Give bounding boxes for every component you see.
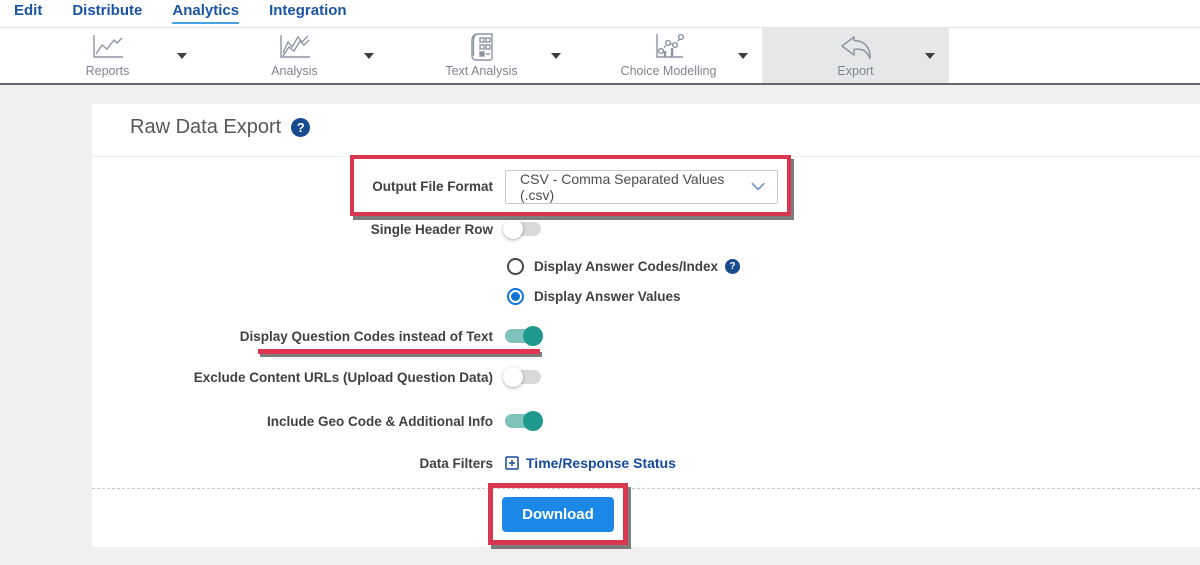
toolbar-item-choice-modelling[interactable]: Choice Modelling — [575, 28, 762, 83]
page-title-row: Raw Data Export ? — [130, 116, 311, 139]
toolbar-label: Analysis — [271, 64, 318, 78]
toolbar-label: Choice Modelling — [620, 64, 717, 78]
toolbar-label: Text Analysis — [445, 64, 518, 78]
chevron-down-icon — [751, 182, 765, 191]
toolbar-item-text-analysis[interactable]: Text Analysis — [388, 28, 575, 83]
help-icon[interactable]: ? — [291, 118, 311, 137]
data-filters-row: Data Filters Time/Response Status — [92, 452, 1200, 474]
exclude-urls-row: Exclude Content URLs (Upload Question Da… — [92, 366, 1200, 388]
text-analysis-document-icon — [469, 33, 495, 61]
data-filters-label: Data Filters — [419, 455, 493, 471]
answer-codes-radio-row[interactable]: Display Answer Codes/Index ? — [507, 256, 741, 276]
nav-item-analytics[interactable]: Analytics — [172, 2, 240, 24]
analysis-multi-line-chart-icon — [277, 33, 313, 61]
footer-dashed-divider — [92, 488, 1200, 489]
nav-item-integration[interactable]: Integration — [269, 2, 347, 24]
output-format-label: Output File Format — [372, 179, 493, 194]
chevron-down-icon[interactable] — [551, 53, 561, 59]
answer-values-radio-label: Display Answer Values — [534, 288, 681, 304]
nav-item-edit[interactable]: Edit — [14, 2, 42, 24]
single-header-label: Single Header Row — [370, 221, 493, 237]
exclude-urls-toggle[interactable] — [503, 367, 541, 387]
time-response-status-link[interactable]: Time/Response Status — [505, 455, 676, 471]
answer-values-radio[interactable] — [507, 287, 524, 305]
output-format-value: CSV - Comma Separated Values (.csv) — [520, 170, 725, 203]
output-format-row: Output File Format CSV - Comma Separated… — [92, 157, 1200, 216]
answer-values-radio-row[interactable]: Display Answer Values — [507, 286, 681, 306]
download-button[interactable]: Download — [502, 497, 614, 532]
geo-code-row: Include Geo Code & Additional Info — [92, 410, 1200, 432]
output-format-select[interactable]: CSV - Comma Separated Values (.csv) — [505, 169, 778, 204]
answer-codes-radio[interactable] — [507, 257, 524, 275]
time-response-status-text: Time/Response Status — [526, 455, 676, 471]
toolbar-label: Export — [837, 64, 874, 78]
single-header-toggle[interactable] — [503, 219, 541, 239]
toggle-knob — [503, 219, 523, 239]
toggle-knob — [523, 411, 543, 431]
question-codes-label: Display Question Codes instead of Text — [239, 328, 493, 344]
chevron-down-icon[interactable] — [925, 53, 935, 59]
main-area: Raw Data Export ? Output File Format CSV… — [0, 87, 1200, 565]
toggle-knob — [523, 326, 543, 346]
top-navigation: Edit Distribute Analytics Integration — [0, 0, 1200, 28]
chevron-down-icon[interactable] — [177, 53, 187, 59]
chevron-down-icon[interactable] — [738, 53, 748, 59]
plus-square-icon — [505, 456, 519, 470]
analytics-toolbar: Reports Analysis Text Analysis Choice Mo… — [0, 28, 1200, 85]
question-codes-toggle[interactable] — [505, 326, 543, 346]
help-icon[interactable]: ? — [725, 258, 741, 274]
nav-item-distribute[interactable]: Distribute — [72, 2, 142, 24]
toolbar-item-reports[interactable]: Reports — [14, 28, 201, 83]
toolbar-item-analysis[interactable]: Analysis — [201, 28, 388, 83]
page-title: Raw Data Export — [130, 116, 282, 138]
export-arrow-icon — [839, 33, 873, 61]
question-codes-row: Display Question Codes instead of Text — [92, 325, 1200, 347]
geo-code-label: Include Geo Code & Additional Info — [267, 413, 493, 429]
answer-codes-radio-label: Display Answer Codes/Index — [534, 258, 719, 274]
toggle-knob — [503, 367, 523, 387]
exclude-urls-label: Exclude Content URLs (Upload Question Da… — [193, 369, 493, 385]
toolbar-item-export[interactable]: Export — [762, 28, 949, 83]
toolbar-label: Reports — [85, 64, 130, 78]
annotation-underline-question-codes — [258, 349, 540, 354]
raw-data-export-panel: Raw Data Export ? Output File Format CSV… — [92, 104, 1200, 547]
geo-code-toggle[interactable] — [505, 411, 543, 431]
reports-line-chart-icon — [90, 33, 126, 61]
single-header-row: Single Header Row — [92, 216, 1200, 242]
choice-modelling-dot-chart-icon — [652, 33, 686, 61]
chevron-down-icon[interactable] — [364, 53, 374, 59]
